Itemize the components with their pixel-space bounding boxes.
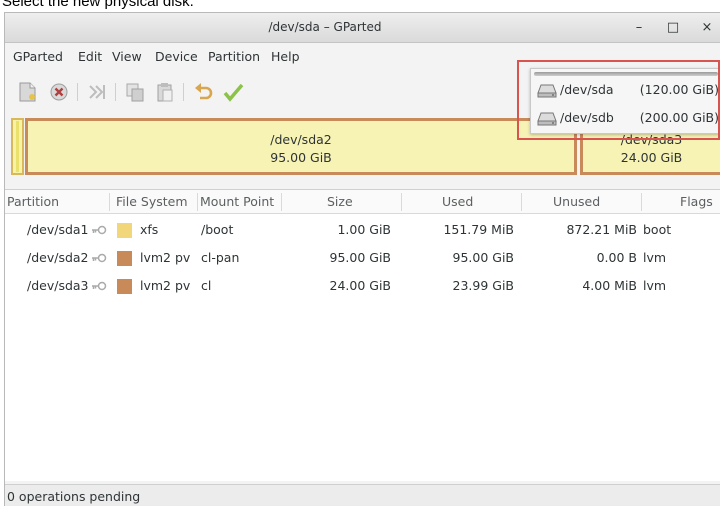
column-separator [641, 193, 642, 211]
cell-flags: lvm [643, 250, 667, 265]
cell-size: 95.00 GiB [329, 250, 392, 265]
cell-file-system: lvm2 pv [140, 278, 191, 293]
table-header: Partition File System Mount Point Size U… [5, 190, 720, 214]
toolbar-separator [183, 83, 184, 101]
hard-disk-icon [537, 110, 557, 126]
hard-disk-icon [537, 82, 557, 98]
cell-size: 24.00 GiB [329, 278, 392, 293]
cell-file-system: lvm2 pv [140, 250, 191, 265]
cell-unused: 0.00 B [596, 250, 637, 265]
cell-used: 151.79 MiB [443, 222, 514, 237]
device-name: /dev/sda [560, 82, 614, 97]
header-file-system[interactable]: File System [116, 194, 188, 209]
menu-partition[interactable]: Partition [208, 49, 260, 64]
resize-move-icon[interactable] [85, 80, 109, 104]
partition-table: Partition File System Mount Point Size U… [5, 189, 720, 481]
dropdown-header [534, 72, 718, 76]
delete-icon[interactable] [47, 80, 71, 104]
key-icon [91, 252, 107, 263]
cell-flags: boot [643, 222, 672, 237]
cell-file-system: xfs [140, 222, 159, 237]
cell-unused: 872.21 MiB [566, 222, 637, 237]
column-separator [281, 193, 282, 211]
status-text: 0 operations pending [7, 489, 141, 504]
filesystem-color-swatch [117, 223, 132, 238]
cell-mount-point: cl [201, 278, 212, 293]
diskmap-sda1[interactable] [11, 118, 24, 175]
device-option-sda[interactable]: /dev/sda (120.00 GiB) [531, 77, 720, 103]
toolbar-separator [77, 83, 78, 101]
maximize-button[interactable]: □ [664, 19, 682, 37]
new-partition-icon[interactable] [15, 80, 39, 104]
cell-flags: lvm [643, 278, 667, 293]
paste-icon[interactable] [153, 80, 177, 104]
header-unused[interactable]: Unused [553, 194, 600, 209]
key-icon [91, 280, 107, 291]
minimize-button[interactable]: – [630, 19, 648, 37]
device-size: (120.00 GiB) [639, 82, 719, 97]
cell-used: 95.00 GiB [452, 250, 515, 265]
undo-icon[interactable] [191, 80, 215, 104]
toolbar-separator [115, 83, 116, 101]
filesystem-color-swatch [117, 251, 132, 266]
column-separator [401, 193, 402, 211]
table-row[interactable]: /dev/sda1 xfs /boot 1.00 GiB 151.79 MiB … [5, 216, 720, 244]
column-separator [109, 193, 110, 211]
cell-partition: /dev/sda1 [27, 222, 89, 237]
copy-icon[interactable] [123, 80, 147, 104]
title-bar: /dev/sda – GParted – □ × [5, 13, 720, 43]
column-separator [521, 193, 522, 211]
diskmap-sda2-name: /dev/sda2 [270, 132, 332, 147]
menu-device[interactable]: Device [155, 49, 198, 64]
table-row[interactable]: /dev/sda3 lvm2 pv cl 24.00 GiB 23.99 GiB… [5, 272, 720, 300]
cell-partition: /dev/sda2 [27, 250, 89, 265]
menu-view[interactable]: View [112, 49, 142, 64]
apply-icon[interactable] [221, 80, 245, 104]
cell-mount-point: cl-pan [201, 250, 240, 265]
cell-unused: 4.00 MiB [582, 278, 637, 293]
cell-used: 23.99 GiB [452, 278, 515, 293]
column-separator [197, 193, 198, 211]
diskmap-sda1-usage [16, 121, 19, 172]
menu-bar: GParted Edit View Device Partition Help [5, 44, 720, 70]
instruction-caption: Select the new physical disk. [2, 0, 194, 10]
window-title: /dev/sda – GParted [268, 20, 382, 34]
menu-gparted[interactable]: GParted [13, 49, 63, 64]
diskmap-sda3-size: 24.00 GiB [620, 150, 683, 165]
table-row[interactable]: /dev/sda2 lvm2 pv cl-pan 95.00 GiB 95.00… [5, 244, 720, 272]
header-partition[interactable]: Partition [7, 194, 59, 209]
status-bar: 0 operations pending [5, 484, 720, 506]
cell-size: 1.00 GiB [337, 222, 391, 237]
diskmap-sda2[interactable]: /dev/sda2 95.00 GiB [25, 118, 577, 175]
menu-edit[interactable]: Edit [78, 49, 102, 64]
device-name: /dev/sdb [560, 110, 614, 125]
header-flags[interactable]: Flags [680, 194, 713, 209]
header-used[interactable]: Used [442, 194, 473, 209]
key-icon [91, 224, 107, 235]
diskmap-sda2-size: 95.00 GiB [270, 150, 332, 165]
filesystem-color-swatch [117, 279, 132, 294]
header-mount-point[interactable]: Mount Point [200, 194, 274, 209]
cell-partition: /dev/sda3 [27, 278, 89, 293]
device-chooser-dropdown: /dev/sda (120.00 GiB) /dev/sdb (200.00 G… [530, 68, 720, 134]
menu-help[interactable]: Help [271, 49, 300, 64]
close-button[interactable]: × [698, 19, 716, 37]
cell-mount-point: /boot [201, 222, 234, 237]
device-option-sdb[interactable]: /dev/sdb (200.00 GiB) [531, 105, 720, 131]
header-size[interactable]: Size [327, 194, 353, 209]
device-size: (200.00 GiB) [639, 110, 719, 125]
